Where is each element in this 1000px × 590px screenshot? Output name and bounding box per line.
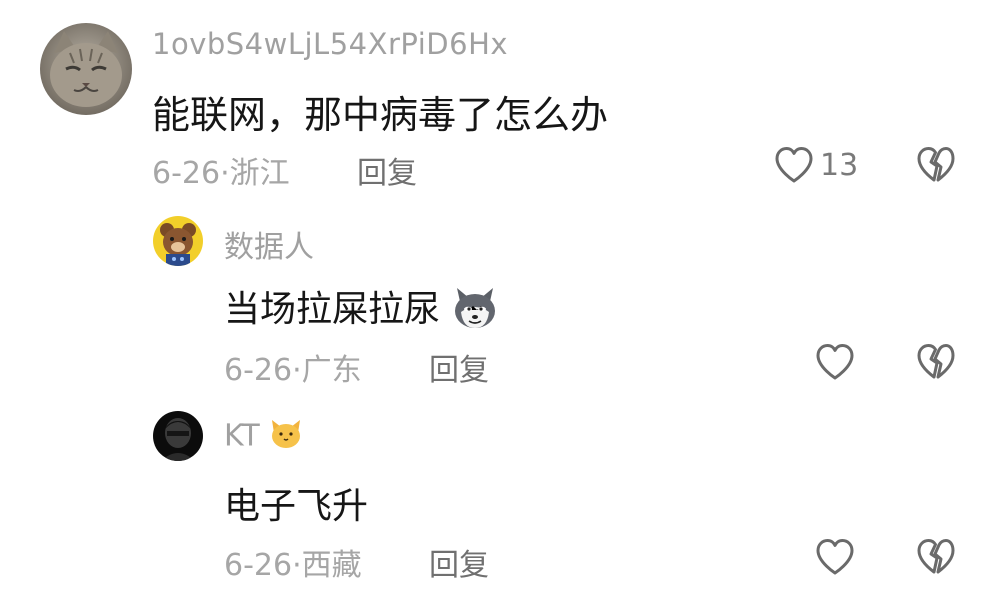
comment-text: 当场拉屎拉尿 <box>224 280 499 339</box>
reply-button[interactable]: 回复 <box>429 345 489 389</box>
broken-heart-icon <box>917 344 955 379</box>
comment-meta: 6-26·西藏 <box>224 540 362 584</box>
like-button[interactable] <box>815 538 861 576</box>
heart-icon <box>816 344 854 380</box>
dislike-button[interactable] <box>916 343 956 385</box>
comment-text-content: 当场拉屎拉尿 <box>224 289 441 330</box>
comment-reply-2: KT 电子飞升 6-26·西藏 回复 <box>0 395 1000 590</box>
avatar[interactable] <box>40 23 132 115</box>
like-count: 13 <box>820 147 859 183</box>
cat-avatar-icon <box>40 23 132 115</box>
comment-meta: 6-26·浙江 <box>152 148 290 192</box>
comment-location: 浙江 <box>229 156 290 191</box>
username[interactable]: 数据人 <box>224 222 314 266</box>
comment-date: 6-26· <box>224 548 302 583</box>
reply-button[interactable]: 回复 <box>357 148 417 192</box>
husky-emoji-icon <box>451 284 499 339</box>
avatar[interactable] <box>153 216 203 266</box>
comment-1: 1ovbS4wLjL54XrPiD6Hx 能联网，那中病毒了怎么办 6-26·浙… <box>0 0 1000 200</box>
comment-location: 广东 <box>301 353 362 388</box>
like-button[interactable]: 13 <box>774 146 858 184</box>
broken-heart-icon <box>917 539 955 574</box>
dislike-button[interactable] <box>916 146 956 188</box>
heart-icon <box>775 147 813 183</box>
avatar[interactable] <box>153 411 203 461</box>
comment-date: 6-26· <box>224 353 302 388</box>
comment-text: 能联网，那中病毒了怎么办 <box>152 93 609 137</box>
username-text: KT <box>224 418 260 454</box>
heart-icon <box>816 539 854 575</box>
reply-button[interactable]: 回复 <box>429 540 489 584</box>
cat-face-emoji-icon <box>269 417 303 457</box>
username[interactable]: 1ovbS4wLjL54XrPiD6Hx <box>152 27 508 61</box>
username[interactable]: KT <box>224 417 303 457</box>
comment-date: 6-26· <box>152 156 230 191</box>
like-button[interactable] <box>815 343 861 381</box>
dark-portrait-avatar-icon <box>153 411 203 461</box>
comment-location: 西藏 <box>301 548 362 583</box>
dislike-button[interactable] <box>916 538 956 580</box>
comment-meta: 6-26·广东 <box>224 345 362 389</box>
broken-heart-icon <box>917 147 955 182</box>
comment-reply-1: 数据人 当场拉屎拉尿 6-26·广东 回复 <box>0 200 1000 395</box>
comment-text: 电子飞升 <box>224 486 369 527</box>
cartoon-bear-avatar-icon <box>153 216 203 266</box>
